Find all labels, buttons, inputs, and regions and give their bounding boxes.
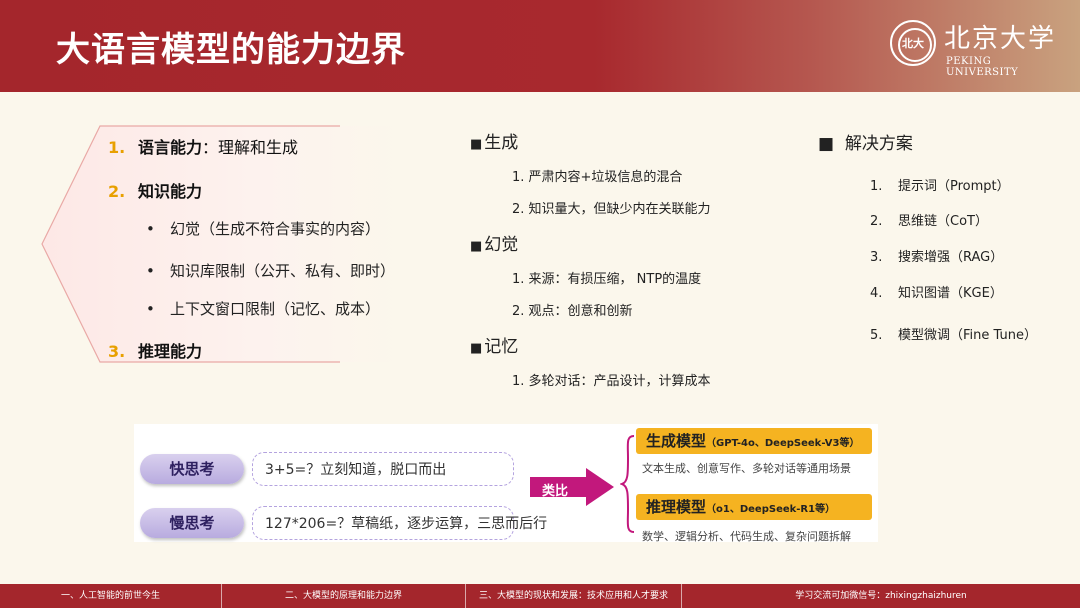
bullet-icon: • xyxy=(146,300,155,318)
section-title: 记忆 xyxy=(484,337,519,357)
square-bullet-icon: ■ xyxy=(818,134,835,154)
reasoning-model-title: 推理模型 xyxy=(646,498,707,516)
list-item: 2. 知识量大，但缺少内在关联能力 xyxy=(512,202,711,217)
capability-item-language: 1. 语言能力：理解和生成 xyxy=(108,134,298,158)
solution-item: 2. 思维链（CoT） xyxy=(870,210,988,229)
capability-item-knowledge: 2. 知识能力 xyxy=(108,178,202,202)
solution-number: 4. xyxy=(870,286,883,301)
generative-model-examples: （GPT-4o、DeepSeek-V3等） xyxy=(706,438,860,449)
reasoning-model-bar: 推理模型（o1、DeepSeek-R1等） xyxy=(636,494,872,520)
reasoning-model-examples: （o1、DeepSeek-R1等） xyxy=(706,504,836,515)
footer-wechat-note: 学习交流可加微信号：zhixingzhaizhuren xyxy=(795,591,967,601)
bullet-icon: • xyxy=(146,262,155,280)
university-logo: 北京大学 PEKING UNIVERSITY xyxy=(890,18,1062,78)
page-title: 大语言模型的能力边界 xyxy=(56,30,406,70)
solutions-title: 解决方案 xyxy=(844,134,913,154)
solution-text: 搜索增强（RAG） xyxy=(898,250,1004,265)
solution-number: 2. xyxy=(870,214,883,229)
list-item: 1. 多轮对话：产品设计，计算成本 xyxy=(512,374,711,389)
fast-slow-comparison: 快思考 3+5=？立刻知道，脱口而出 慢思考 127*206=？草稿纸，逐步运算… xyxy=(134,424,878,543)
section-hallucination: ■ 幻觉 xyxy=(470,230,518,255)
sub-item-text: 知识库限制（公开、私有、即时） xyxy=(170,262,396,280)
generative-model-bar: 生成模型（GPT-4o、DeepSeek-V3等） xyxy=(636,428,872,454)
analogy-label: 类比 xyxy=(542,484,569,499)
section-title: 生成 xyxy=(484,133,519,153)
solution-item: 4. 知识图谱（KGE） xyxy=(870,282,1003,301)
slow-thinking-example: 127*206=？草稿纸，逐步运算，三思而后行 xyxy=(252,506,547,540)
list-item: 2. 观点：创意和创新 xyxy=(512,304,633,319)
fast-thinking-label: 快思考 xyxy=(140,454,244,484)
footer-nav: 一、人工智能的前世今生 二、大模型的原理和能力边界 三、大模型的现状和发展：技术… xyxy=(0,584,1080,608)
item-title: 语言能力 xyxy=(138,138,203,157)
solution-text: 知识图谱（KGE） xyxy=(898,286,1003,301)
footer-tab-1[interactable]: 一、人工智能的前世今生 xyxy=(0,584,222,608)
generative-model-title: 生成模型 xyxy=(646,432,707,450)
solution-number: 1. xyxy=(870,179,883,194)
list-item: 1. 来源：有损压缩， NTP的温度 xyxy=(512,272,702,287)
solution-item: 1. 提示词（Prompt） xyxy=(870,175,1010,194)
item-rest: ：理解和生成 xyxy=(202,138,299,157)
sub-item-hallucination: • 幻觉（生成不符合事实的内容） xyxy=(146,218,380,239)
section-title: 幻觉 xyxy=(484,235,519,255)
footer-tab-3[interactable]: 三、大模型的现状和发展：技术应用和人才要求 xyxy=(466,584,682,608)
section-generation: ■ 生成 xyxy=(470,128,518,153)
solution-item: 5. 模型微调（Fine Tune） xyxy=(870,324,1037,343)
solution-number: 3. xyxy=(870,250,883,265)
sub-item-knowledge-base: • 知识库限制（公开、私有、即时） xyxy=(146,260,395,281)
fast-thinking-example: 3+5=？立刻知道，脱口而出 xyxy=(252,452,514,486)
logo-en-text: PEKING UNIVERSITY xyxy=(946,56,1019,78)
item-number: 3. xyxy=(108,342,126,361)
list-item: 1. 严肃内容+垃圾信息的混合 xyxy=(512,170,683,185)
footer-tab-2[interactable]: 二、大模型的原理和能力边界 xyxy=(222,584,466,608)
capability-panel: 1. 语言能力：理解和生成 2. 知识能力 • 幻觉（生成不符合事实的内容） • 知识库… xyxy=(40,124,400,364)
section-memory: ■ 记忆 xyxy=(470,332,518,357)
square-bullet-icon: ■ xyxy=(470,239,483,254)
seal-icon xyxy=(890,20,936,66)
sub-item-text: 上下文窗口限制（记忆、成本） xyxy=(170,300,381,318)
panel-shape xyxy=(41,125,400,363)
solution-number: 5. xyxy=(870,328,883,343)
solution-text: 模型微调（Fine Tune） xyxy=(898,328,1037,343)
generative-model-desc: 文本生成、创意写作、多轮对话等通用场景 xyxy=(642,462,851,475)
slow-thinking-label: 慢思考 xyxy=(140,508,244,538)
bullet-icon: • xyxy=(146,220,155,238)
capability-item-reasoning: 3. 推理能力 xyxy=(108,338,202,362)
square-bullet-icon: ■ xyxy=(470,341,483,356)
solution-text: 思维链（CoT） xyxy=(898,214,988,229)
reasoning-model-desc: 数学、逻辑分析、代码生成、复杂问题拆解 xyxy=(642,530,851,543)
logo-cn-text: 北京大学 xyxy=(944,24,1057,54)
sub-item-text: 幻觉（生成不符合事实的内容） xyxy=(170,220,381,238)
solution-item: 3. 搜索增强（RAG） xyxy=(870,246,1003,265)
item-number: 1. xyxy=(108,138,126,157)
brace-icon xyxy=(620,435,635,533)
sub-item-context-window: • 上下文窗口限制（记忆、成本） xyxy=(146,298,380,319)
solutions-heading: ■ 解决方案 xyxy=(818,129,913,154)
square-bullet-icon: ■ xyxy=(470,137,483,152)
item-title: 知识能力 xyxy=(138,182,203,201)
header-bar: 大语言模型的能力边界 北京大学 PEKING UNIVERSITY xyxy=(0,0,1080,92)
solution-text: 提示词（Prompt） xyxy=(898,179,1010,194)
item-number: 2. xyxy=(108,182,126,201)
item-title: 推理能力 xyxy=(138,342,203,361)
